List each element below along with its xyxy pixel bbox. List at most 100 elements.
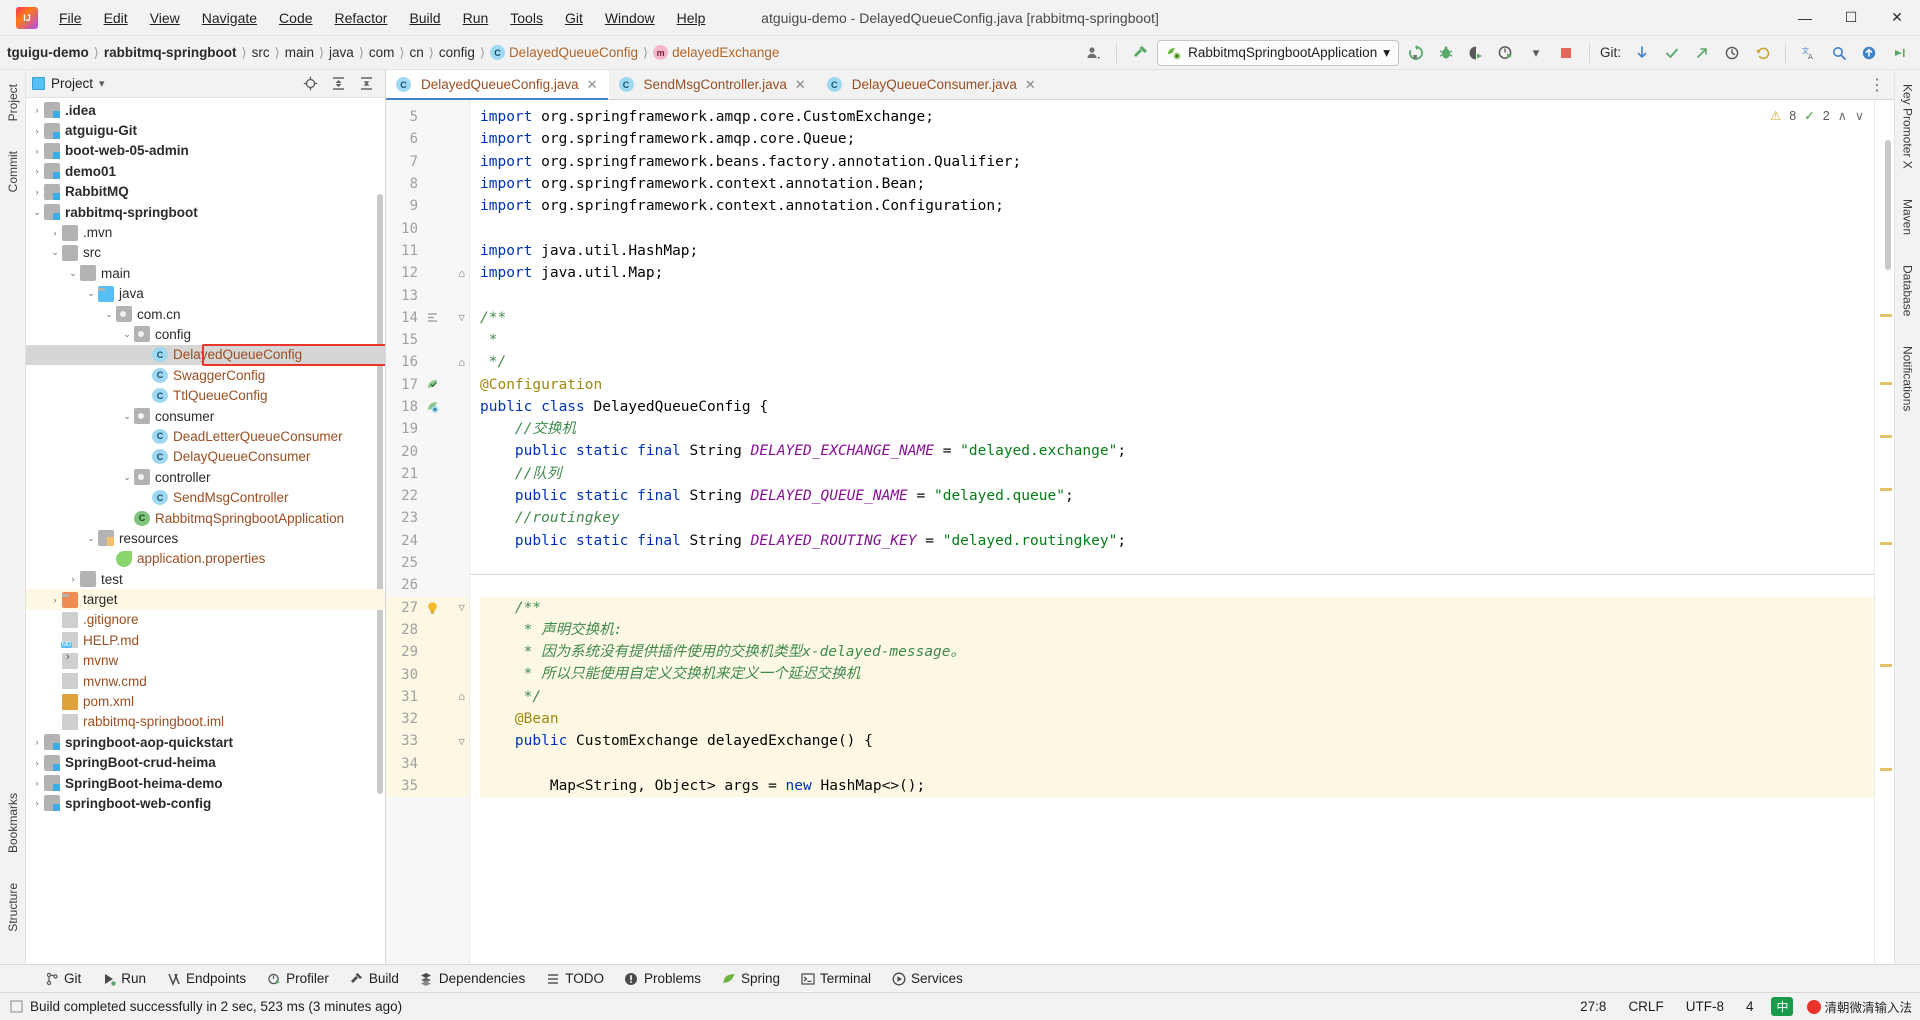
gutter-line-27[interactable]: ▽ 27 (386, 596, 469, 619)
gutter-line-17[interactable]: 17 (386, 374, 469, 396)
tab-sendmsgcontroller[interactable]: C SendMsgController.java ✕ (609, 70, 817, 99)
gutter-line-21[interactable]: 21 (386, 463, 469, 485)
gutter-line-7[interactable]: 7 (386, 151, 469, 173)
tree-node-rabbitmqspringbootapplication[interactable]: C RabbitmqSpringbootApplication (26, 508, 385, 528)
gutter-line-9[interactable]: 9 (386, 195, 469, 217)
breadcrumb-item-src[interactable]: src (249, 43, 273, 62)
gutter-line-31[interactable]: ⌂ 31 (386, 685, 469, 709)
close-button[interactable]: ✕ (1874, 0, 1920, 36)
bottom-tool-profiler[interactable]: Profiler (256, 968, 339, 989)
tree-node-mvn[interactable]: › .mvn (26, 222, 385, 242)
tree-node-src[interactable]: ⌄ src (26, 243, 385, 263)
editor-tab-actions[interactable]: ⋮ (1869, 70, 1894, 99)
run-configuration-selector[interactable]: RabbitmqSpringbootApplication ▾ (1157, 39, 1399, 66)
tree-node-deadletterqueueconsumer[interactable]: C DeadLetterQueueConsumer (26, 426, 385, 446)
tree-node-demo01[interactable]: › demo01 (26, 161, 385, 181)
tree-node-application-properties[interactable]: application.properties (26, 549, 385, 569)
menu-git[interactable]: Git (554, 6, 594, 30)
gutter-icon-line-27[interactable] (426, 601, 439, 615)
bottom-tool-run[interactable]: Run (91, 968, 156, 989)
tree-node-springboot-web-config[interactable]: › springboot-web-config (26, 793, 385, 813)
menu-help[interactable]: Help (666, 6, 717, 30)
code-content[interactable]: import org.springframework.amqp.core.Cus… (470, 100, 1874, 964)
maximize-button[interactable]: ☐ (1828, 0, 1874, 36)
updates-icon[interactable] (1856, 41, 1882, 65)
code-fold-marker-33[interactable]: ▽ (458, 735, 465, 748)
tree-node-config[interactable]: ⌄ config (26, 324, 385, 344)
tree-expand-arrow[interactable]: › (30, 126, 44, 136)
gutter-line-12[interactable]: ⌂ 12 (386, 262, 469, 284)
gutter-line-8[interactable]: 8 (386, 173, 469, 195)
tree-expand-arrow[interactable]: ⌄ (84, 533, 98, 544)
hammer-icon[interactable] (1127, 41, 1153, 65)
tree-expand-arrow[interactable]: › (30, 737, 44, 747)
tree-node-delayqueueconsumer[interactable]: C DelayQueueConsumer (26, 447, 385, 467)
tree-expand-arrow[interactable]: › (30, 105, 44, 115)
gutter-icon-line-18[interactable] (426, 400, 440, 414)
chevron-down-icon[interactable]: ▾ (1523, 41, 1549, 65)
gutter-line-25[interactable]: 25 (386, 552, 469, 574)
update-project-icon[interactable] (1629, 41, 1655, 65)
commit-icon[interactable] (1659, 41, 1685, 65)
breadcrumb-item-method[interactable]: m delayedExchange (650, 43, 782, 63)
marker-warning[interactable] (1880, 768, 1892, 771)
marker-warning[interactable] (1880, 542, 1892, 545)
code-line-32[interactable]: @Bean (480, 708, 1874, 731)
code-line-11[interactable]: import java.util.HashMap; (480, 240, 1874, 262)
code-line-31[interactable]: */ (480, 685, 1874, 709)
gutter-line-6[interactable]: 6 (386, 128, 469, 150)
close-icon[interactable]: ✕ (1025, 77, 1036, 93)
marker-warning[interactable] (1880, 382, 1892, 385)
tree-node-mvnw-cmd[interactable]: mvnw.cmd (26, 671, 385, 691)
more-icon[interactable]: ⋮ (1869, 75, 1886, 95)
inspection-widget[interactable]: ⚠ 8 ✓ 2 ∧ ∨ (1766, 106, 1868, 125)
tree-node-boot-web-05-admin[interactable]: › boot-web-05-admin (26, 141, 385, 161)
breadcrumb-item-config[interactable]: config (436, 43, 478, 62)
code-line-21[interactable]: //队列 (480, 463, 1874, 485)
tree-node-delayedqueueconfig[interactable]: C DelayedQueueConfig (26, 344, 385, 366)
gutter-line-32[interactable]: 32 (386, 708, 469, 731)
chevron-down-icon[interactable]: ▾ (99, 77, 105, 90)
tree-expand-arrow[interactable]: › (30, 146, 44, 156)
menu-window[interactable]: Window (594, 6, 666, 30)
bottom-tool-build[interactable]: Build (339, 968, 409, 989)
file-encoding[interactable]: UTF-8 (1682, 997, 1728, 1016)
tree-node-help-md[interactable]: HELP.md (26, 630, 385, 650)
tree-node-swaggerconfig[interactable]: C SwaggerConfig (26, 365, 385, 385)
editor-gutter[interactable]: 5 6 7 8 9 10 11 ⌂ 12 13 ▽ 14 15 ⌂ 16 17 18 19 20 21 22 23 24 25… (386, 100, 470, 964)
code-line-23[interactable]: //routingkey (480, 507, 1874, 529)
code-line-27[interactable]: /** (480, 596, 1874, 619)
sidebar-item-project[interactable]: Project (4, 78, 22, 127)
locate-icon[interactable] (297, 72, 323, 96)
tree-expand-arrow[interactable]: › (66, 574, 80, 584)
tree-node-controller[interactable]: ⌄ controller (26, 467, 385, 487)
tree-node-mvnw[interactable]: mvnw (26, 651, 385, 671)
search-icon[interactable] (1826, 41, 1852, 65)
gutter-line-26[interactable]: 26 (386, 574, 469, 596)
menu-refactor[interactable]: Refactor (324, 6, 399, 30)
stop-icon[interactable] (1553, 41, 1579, 65)
tree-expand-arrow[interactable]: › (30, 798, 44, 808)
code-fold-marker-16[interactable]: ⌂ (458, 356, 465, 369)
next-problem-icon[interactable]: ∨ (1855, 108, 1864, 123)
gutter-line-30[interactable]: 30 (386, 663, 469, 686)
code-line-24[interactable]: public static final String DELAYED_ROUTI… (480, 530, 1874, 552)
sidebar-item-key-promoter-x[interactable]: Key Promoter X (1899, 78, 1917, 175)
code-fold-marker-14[interactable]: ▽ (458, 311, 465, 324)
breadcrumb-item-project[interactable]: tguigu-demo (4, 43, 92, 62)
breadcrumb-item-module[interactable]: rabbitmq-springboot (101, 43, 240, 62)
debug-icon[interactable] (1433, 41, 1459, 65)
code-line-13[interactable] (480, 284, 1874, 306)
code-line-6[interactable]: import org.springframework.amqp.core.Que… (480, 128, 1874, 150)
gutter-icon-line-14[interactable] (426, 311, 439, 324)
rerun-icon[interactable] (1403, 41, 1429, 65)
tree-node-springboot-aop-quickstart[interactable]: › springboot-aop-quickstart (26, 732, 385, 752)
gutter-line-20[interactable]: 20 (386, 440, 469, 462)
tree-expand-arrow[interactable]: ⌄ (48, 247, 62, 258)
code-line-25[interactable] (480, 552, 1874, 574)
tree-node-sendmsgcontroller[interactable]: C SendMsgController (26, 487, 385, 507)
code-line-30[interactable]: * 所以只能使用自定义交换机来定义一个延迟交换机 (480, 663, 1874, 686)
tree-expand-arrow[interactable]: ⌄ (120, 472, 134, 483)
sidebar-item-structure[interactable]: Structure (4, 877, 22, 938)
tree-expand-arrow[interactable]: › (30, 778, 44, 788)
